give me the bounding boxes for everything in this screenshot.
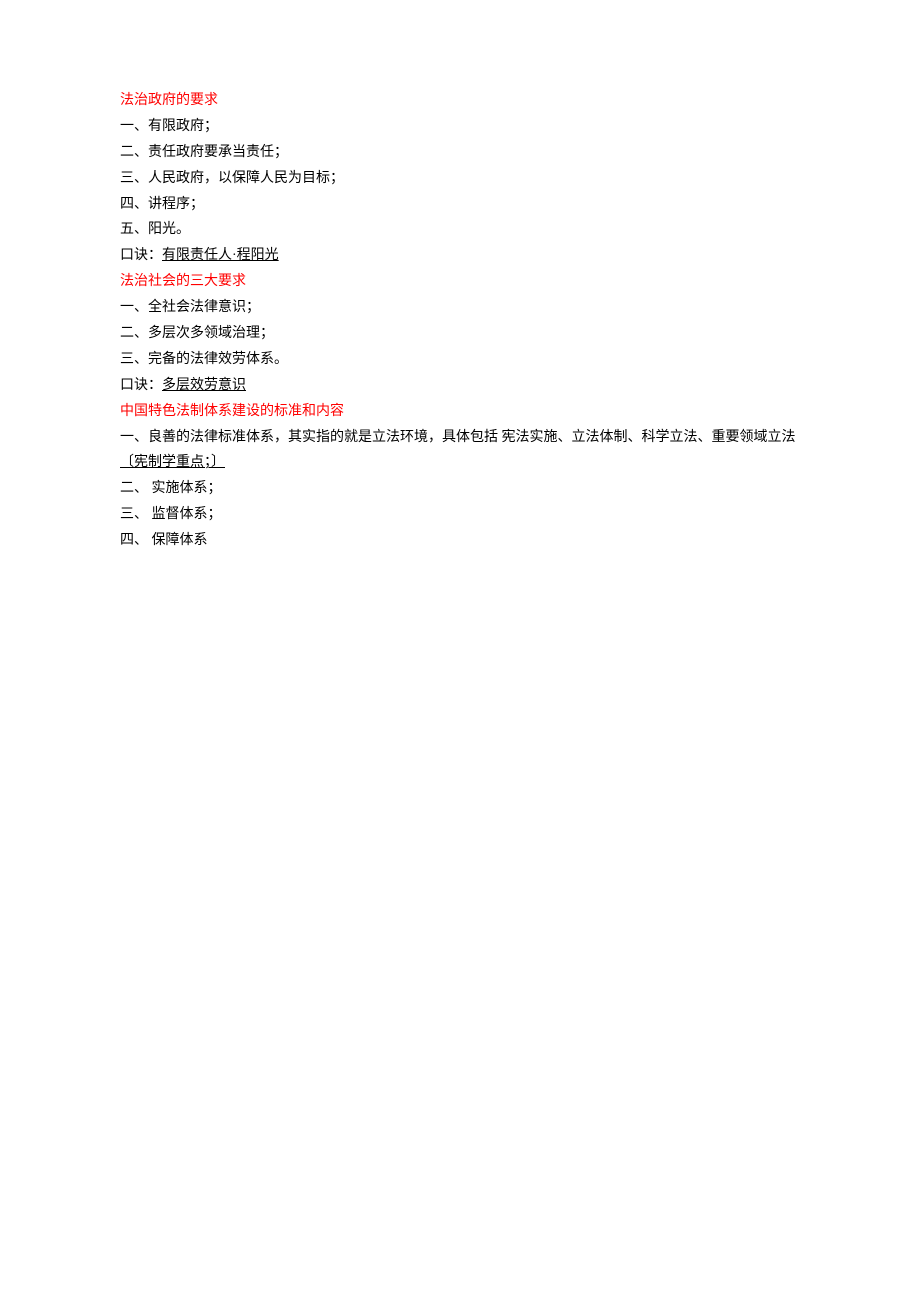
section2-item-1: 一、全社会法律意识； [120,295,800,321]
section2-mnemonic: 多层效劳意识 [162,378,246,393]
section1-item-2: 二、责任政府要承当责任； [120,140,800,166]
section2-item-3: 三、完备的法律效劳体系。 [120,347,800,373]
section1-item-4: 四、讲程序； [120,192,800,218]
section1-mnemonic-prefix: 口诀： [120,248,162,263]
section3-item-4: 四、 保障体系 [120,528,800,554]
section2-mnemonic-prefix: 口诀： [120,378,162,393]
section1-mnemonic: 有限责任人·程阳光 [162,248,279,263]
section1-item-5: 五、阳光。 [120,217,800,243]
section3-heading: 中国特色法制体系建设的标准和内容 [120,399,800,425]
section1-heading: 法治政府的要求 [120,88,800,114]
section3-item-1-text: 一、良善的法律标准体系，其实指的就是立法环境，具体包括 宪法实施、立法体制、科学… [120,430,796,445]
section1-mnemonic-line: 口诀：有限责任人·程阳光 [120,243,800,269]
section3-item-3: 三、 监督体系； [120,502,800,528]
section1-item-1: 一、有限政府； [120,114,800,140]
section3-item-1-underlined: 〔宪制学重点；〕 [120,455,225,470]
section3-item-1: 一、良善的法律标准体系，其实指的就是立法环境，具体包括 宪法实施、立法体制、科学… [120,425,800,477]
section2-heading: 法治社会的三大要求 [120,269,800,295]
section2-item-2: 二、多层次多领域治理； [120,321,800,347]
section1-item-3: 三、人民政府，以保障人民为目标； [120,166,800,192]
section3-item-2: 二、 实施体系； [120,476,800,502]
section2-mnemonic-line: 口诀：多层效劳意识 [120,373,800,399]
